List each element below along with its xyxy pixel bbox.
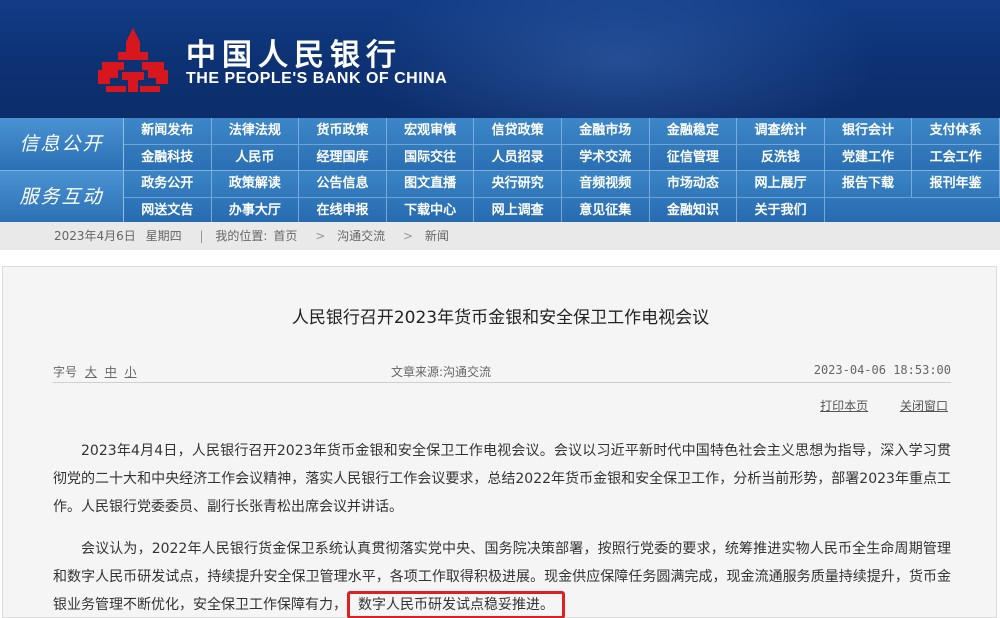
article-tools: 打印本页 关闭窗口 — [792, 397, 948, 414]
nav-item-monetary-policy[interactable]: 货币政策 — [299, 118, 387, 144]
nav-item-payment-system[interactable]: 支付体系 — [912, 118, 1000, 144]
main-navigation: 信息公开 新闻发布 法律法规 货币政策 宏观审慎 信贷政策 金融市场 金融稳定 … — [0, 118, 1000, 224]
nav-item-party-building[interactable]: 党建工作 — [825, 145, 913, 171]
nav-item-bank-accounting[interactable]: 银行会计 — [825, 118, 913, 144]
nav-item-government-affairs[interactable]: 政务公开 — [124, 171, 212, 197]
nav-item-recruitment[interactable]: 人员招录 — [474, 145, 562, 171]
font-size-large-link[interactable]: 大 — [85, 365, 97, 379]
font-size-label: 字号 — [53, 365, 78, 379]
logo-chinese-name: 中国人民银行 — [186, 38, 402, 73]
nav-item-laws[interactable]: 法律法规 — [212, 118, 300, 144]
article-source: 文章来源:沟通交流 — [391, 365, 492, 379]
chevron-right-icon: > — [402, 229, 414, 243]
article-paragraph: 会议认为，2022年人民银行货金保卫系统认真贯彻落实党中央、国务院决策部署，按照… — [53, 535, 951, 618]
nav-item-announcements[interactable]: 公告信息 — [299, 171, 387, 197]
nav-item-anti-money-laundering[interactable]: 反洗钱 — [737, 145, 825, 171]
article-datetime: 2023-04-06 18:53:00 — [813, 363, 951, 377]
nav-item-online-exhibition[interactable]: 网上展厅 — [737, 171, 825, 197]
nav-section-info-public: 信息公开 新闻发布 法律法规 货币政策 宏观审慎 信贷政策 金融市场 金融稳定 … — [0, 118, 1000, 171]
print-page-link[interactable]: 打印本页 — [820, 399, 868, 413]
chevron-right-icon: > — [315, 229, 326, 243]
nav-item-about-us[interactable]: 关于我们 — [737, 198, 825, 224]
nav-row: 政务公开 政策解读 公告信息 图文直播 央行研究 音频视频 市场动态 网上展厅 … — [124, 171, 1000, 197]
logo-english-name: THE PEOPLE'S BANK OF CHINA — [186, 70, 448, 87]
nav-category-info-public[interactable]: 信息公开 — [0, 118, 124, 170]
current-weekday: 星期四 — [145, 229, 182, 243]
nav-item-academic[interactable]: 学术交流 — [562, 145, 650, 171]
breadcrumb-news[interactable]: 新闻 — [425, 229, 449, 243]
font-size-controls: 字号 大 中 小 — [53, 363, 137, 380]
nav-item-credit-reference[interactable]: 征信管理 — [650, 145, 738, 171]
nav-item-union[interactable]: 工会工作 — [912, 145, 1000, 171]
nav-item-statistics[interactable]: 调查统计 — [737, 118, 825, 144]
pboc-logo-icon[interactable] — [96, 26, 170, 94]
article-panel: 人民银行召开2023年货币金银和安全保卫工作电视会议 字号 大 中 小 文章来源… — [2, 266, 997, 618]
close-window-link[interactable]: 关闭窗口 — [900, 399, 948, 413]
breadcrumb-communication[interactable]: 沟通交流 — [337, 229, 385, 243]
breadcrumb-home[interactable]: 首页 — [273, 229, 297, 243]
nav-item-market-dynamics[interactable]: 市场动态 — [650, 171, 738, 197]
font-size-small-link[interactable]: 小 — [125, 365, 137, 379]
nav-row: 金融科技 人民币 经理国库 国际交往 人员招录 学术交流 征信管理 反洗钱 党建… — [124, 144, 1000, 171]
nav-item-macro-prudential[interactable]: 宏观审慎 — [387, 118, 475, 144]
nav-item-fintech[interactable]: 金融科技 — [124, 145, 212, 171]
current-date: 2023年4月6日 — [54, 229, 136, 243]
breadcrumb-divider: | — [199, 229, 204, 243]
nav-item-online-filing[interactable]: 在线申报 — [299, 198, 387, 224]
nav-item-international[interactable]: 国际交往 — [387, 145, 475, 171]
site-header: 中国人民银行 THE PEOPLE'S BANK OF CHINA — [0, 0, 1000, 118]
nav-section-service-interaction: 服务互动 政务公开 政策解读 公告信息 图文直播 央行研究 音频视频 市场动态 … — [0, 170, 1000, 224]
nav-item-treasury[interactable]: 经理国库 — [299, 145, 387, 171]
nav-item-notices[interactable]: 网送文告 — [124, 198, 212, 224]
nav-item-financial-knowledge[interactable]: 金融知识 — [650, 198, 738, 224]
article-meta: 字号 大 中 小 文章来源:沟通交流 2023-04-06 18:53:00 — [53, 361, 951, 383]
nav-item-audio-video[interactable]: 音频视频 — [562, 171, 650, 197]
nav-row: 网送文告 办事大厅 在线申报 下载中心 网上调查 意见征集 金融知识 关于我们 — [124, 197, 1000, 224]
header-glow — [360, 0, 880, 118]
nav-item-policy-interpretation[interactable]: 政策解读 — [212, 171, 300, 197]
breadcrumb: 2023年4月6日 星期四 | 我的位置: 首页 > 沟通交流 > 新闻 — [0, 222, 1000, 250]
nav-item-opinion-collection[interactable]: 意见征集 — [562, 198, 650, 224]
location-label: 我的位置: — [215, 229, 268, 243]
nav-item-credit-policy[interactable]: 信贷政策 — [474, 118, 562, 144]
nav-item-rmb[interactable]: 人民币 — [212, 145, 300, 171]
highlighted-sentence: 数字人民币研发试点稳妥推进。 — [347, 591, 565, 618]
nav-item-news-release[interactable]: 新闻发布 — [124, 118, 212, 144]
nav-row: 新闻发布 法律法规 货币政策 宏观审慎 信贷政策 金融市场 金融稳定 调查统计 … — [124, 118, 1000, 144]
article-paragraph: 2023年4月4日，人民银行召开2023年货币金银和安全保卫工作电视会议。会议以… — [53, 443, 951, 515]
nav-item-live[interactable]: 图文直播 — [387, 171, 475, 197]
article-title: 人民银行召开2023年货币金银和安全保卫工作电视会议 — [291, 308, 710, 328]
nav-category-service-interaction[interactable]: 服务互动 — [0, 171, 124, 223]
nav-item-financial-market[interactable]: 金融市场 — [562, 118, 650, 144]
nav-item-download-center[interactable]: 下载中心 — [387, 198, 475, 224]
nav-item-research[interactable]: 央行研究 — [474, 171, 562, 197]
nav-item-online-survey[interactable]: 网上调查 — [474, 198, 562, 224]
nav-item-report-download[interactable]: 报告下载 — [825, 171, 913, 197]
nav-item-financial-stability[interactable]: 金融稳定 — [650, 118, 738, 144]
nav-item-yearbooks[interactable]: 报刊年鉴 — [912, 171, 1000, 197]
font-size-medium-link[interactable]: 中 — [105, 365, 117, 379]
nav-item-service-hall[interactable]: 办事大厅 — [212, 198, 300, 224]
